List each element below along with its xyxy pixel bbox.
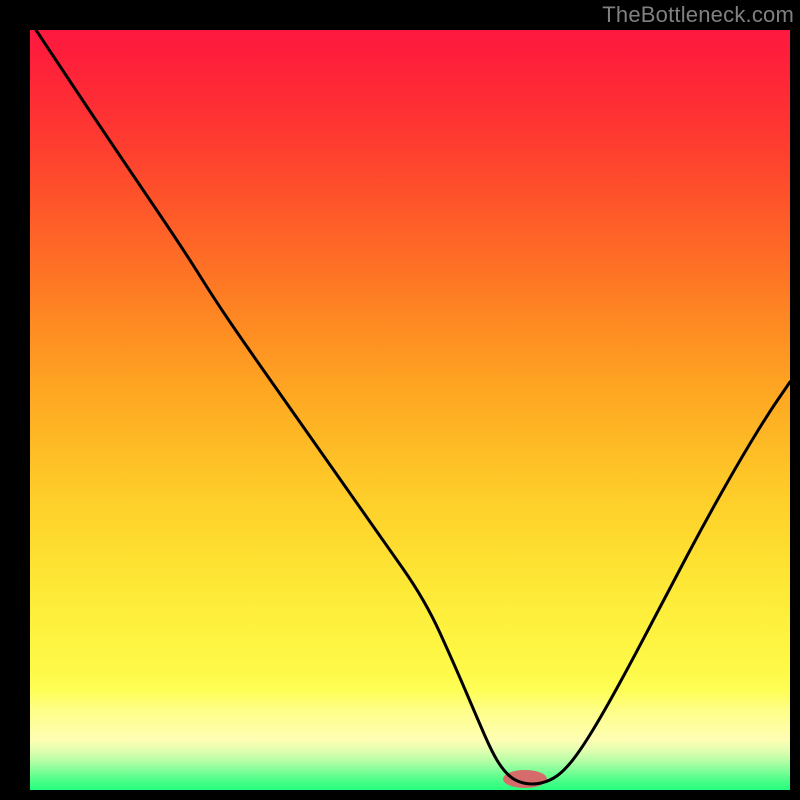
watermark-text: TheBottleneck.com (602, 2, 794, 28)
chart-container: { "watermark": "TheBottleneck.com", "cha… (0, 0, 800, 800)
minimum-marker (503, 770, 547, 788)
bottleneck-chart (0, 0, 800, 800)
plot-area (30, 30, 790, 790)
